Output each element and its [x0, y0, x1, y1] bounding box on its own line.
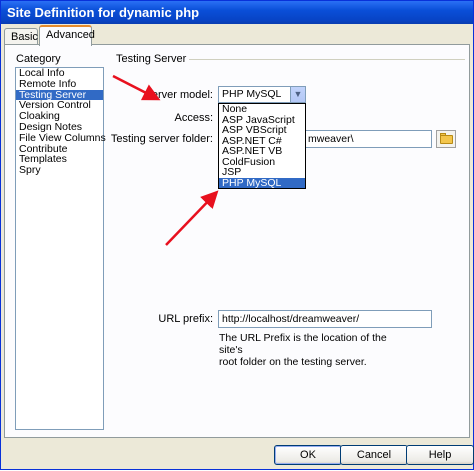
- category-list[interactable]: Local Info Remote Info Testing Server Ve…: [15, 67, 106, 430]
- category-item-file-view-columns[interactable]: File View Columns: [16, 132, 106, 144]
- help-button[interactable]: Help: [406, 445, 474, 465]
- server-model-value: PHP MySQL: [222, 88, 282, 100]
- section-title: Testing Server: [116, 53, 187, 65]
- dropdown-option-jsp[interactable]: JSP: [219, 167, 305, 178]
- tab-basic-label: Basic: [11, 31, 38, 43]
- url-prefix-hint-line2: root folder on the testing server.: [219, 356, 367, 368]
- server-model-label: Server model:: [144, 89, 213, 101]
- section-divider: [189, 59, 465, 60]
- tab-advanced-label: Advanced: [46, 29, 95, 41]
- dropdown-option-aspnet-vb[interactable]: ASP.NET VB: [219, 146, 305, 157]
- dropdown-option-asp-vbscript[interactable]: ASP VBScript: [219, 125, 305, 136]
- ok-button[interactable]: OK: [274, 445, 342, 465]
- tab-advanced[interactable]: Advanced: [39, 25, 95, 46]
- window-title: Site Definition for dynamic php: [7, 5, 200, 20]
- url-prefix-hint: The URL Prefix is the location of the si…: [219, 332, 409, 368]
- category-label: Category: [16, 53, 61, 65]
- dropdown-option-none[interactable]: None: [219, 104, 305, 115]
- site-definition-dialog: Site Definition for dynamic php Basic Ad…: [0, 0, 474, 470]
- server-model-dropdown[interactable]: None ASP JavaScript ASP VBScript ASP.NET…: [218, 103, 306, 189]
- server-model-select[interactable]: PHP MySQL ▼: [218, 86, 306, 103]
- url-prefix-label: URL prefix:: [158, 313, 213, 325]
- tab-basic[interactable]: Basic: [4, 28, 38, 45]
- category-item-remote-info[interactable]: Remote Info: [16, 78, 103, 90]
- dropdown-option-php-mysql[interactable]: PHP MySQL: [219, 177, 305, 188]
- cancel-button[interactable]: Cancel: [340, 445, 408, 465]
- title-bar: Site Definition for dynamic php: [1, 1, 473, 24]
- access-label: Access:: [174, 112, 213, 124]
- folder-icon: [440, 135, 453, 144]
- testing-folder-label: Testing server folder:: [110, 133, 213, 145]
- chevron-down-icon[interactable]: ▼: [290, 87, 305, 102]
- browse-folder-button[interactable]: [436, 130, 456, 148]
- url-prefix-input[interactable]: http://localhost/dreamweaver/: [218, 310, 432, 328]
- category-item-spry[interactable]: Spry: [16, 165, 103, 176]
- testing-folder-value: mweaver\: [308, 133, 354, 145]
- url-prefix-hint-line1: The URL Prefix is the location of the si…: [219, 332, 387, 356]
